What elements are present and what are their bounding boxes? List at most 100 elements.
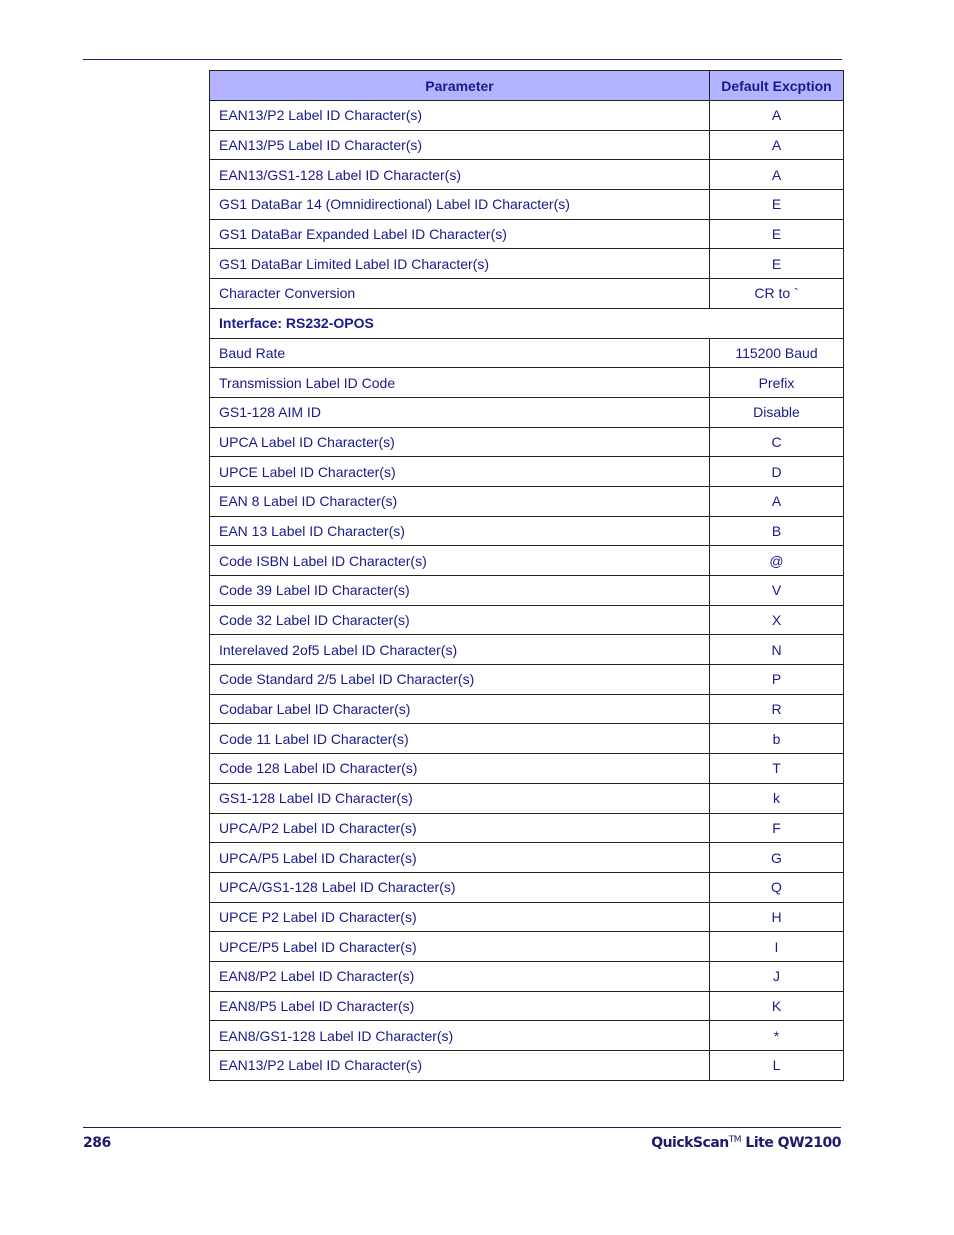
title-main: QuickScan [651,1135,729,1151]
page-number: 286 [83,1135,111,1151]
parameter-name: Character Conversion [209,278,710,309]
table-row: UPCE/P5 Label ID Character(s) I [209,931,844,962]
parameter-name: EAN13/P2 Label ID Character(s) [209,100,710,131]
parameter-name: Code Standard 2/5 Label ID Character(s) [209,664,710,695]
section-row: Interface: RS232-OPOS [209,307,844,339]
default-value: A [709,100,844,131]
default-value: D [709,456,844,487]
parameter-name: Code 39 Label ID Character(s) [209,575,710,606]
parameter-name: Code ISBN Label ID Character(s) [209,545,710,576]
parameter-name: GS1 DataBar 14 (Omnidirectional) Label I… [209,189,710,220]
parameter-name: UPCA/P2 Label ID Character(s) [209,812,710,844]
table-row: Transmission Label ID Code Prefix [209,367,844,398]
default-value: k [709,782,844,814]
parameter-name: UPCE P2 Label ID Character(s) [209,901,710,933]
parameter-name: EAN13/P2 Label ID Character(s) [209,1050,710,1081]
table-row: GS1 DataBar 14 (Omnidirectional) Label I… [209,189,844,220]
default-value: A [709,485,844,517]
parameter-name: EAN8/GS1-128 Label ID Character(s) [209,1020,710,1051]
default-value: 115200 Baud [709,337,844,369]
header-rule [83,59,842,60]
column-header-parameter: Parameter [209,70,710,101]
table-row: Codabar Label ID Character(s) R [209,693,844,725]
table-row: Interelaved 2of5 Label ID Character(s) N [209,634,844,666]
table-row: Code Standard 2/5 Label ID Character(s) P [209,664,844,695]
section-title: Interface: RS232-OPOS [209,307,844,339]
table-row: Code 128 Label ID Character(s) T [209,753,844,784]
default-value: L [709,1050,844,1081]
parameter-name: Code 11 Label ID Character(s) [209,723,710,755]
table-row: EAN8/GS1-128 Label ID Character(s) * [209,1020,844,1051]
table-row: UPCA/GS1-128 Label ID Character(s) Q [209,871,844,903]
default-value: F [709,812,844,844]
table-row: Baud Rate 115200 Baud [209,337,844,369]
document-title: QuickScanTM Lite QW2100 [651,1135,841,1151]
table-row: EAN 13 Label ID Character(s) B [209,515,844,547]
table-row: EAN8/P2 Label ID Character(s) J [209,960,844,992]
default-value: Prefix [709,367,844,398]
parameter-name: UPCE/P5 Label ID Character(s) [209,931,710,962]
parameter-name: EAN8/P5 Label ID Character(s) [209,990,710,1022]
table-row: Code 11 Label ID Character(s) b [209,723,844,755]
table-row: GS1-128 Label ID Character(s) k [209,782,844,814]
default-value: N [709,634,844,666]
table-row: Code ISBN Label ID Character(s) @ [209,545,844,576]
table-row: GS1 DataBar Limited Label ID Character(s… [209,248,844,280]
table-row: EAN13/P2 Label ID Character(s) L [209,1050,844,1081]
parameter-name: GS1 DataBar Limited Label ID Character(s… [209,248,710,280]
parameter-name: UPCE Label ID Character(s) [209,456,710,487]
default-value: E [709,248,844,280]
parameter-name: Code 32 Label ID Character(s) [209,604,710,636]
table-row: Character Conversion CR to ` [209,278,844,309]
parameter-name: EAN13/P5 Label ID Character(s) [209,129,710,161]
table-row: UPCE Label ID Character(s) D [209,456,844,487]
parameter-name: EAN13/GS1-128 Label ID Character(s) [209,159,710,191]
parameter-name: EAN 13 Label ID Character(s) [209,515,710,547]
parameter-name: Codabar Label ID Character(s) [209,693,710,725]
footer-rule [83,1127,841,1128]
parameter-name: GS1-128 AIM ID [209,396,710,428]
parameter-name: Transmission Label ID Code [209,367,710,398]
table-row: EAN8/P5 Label ID Character(s) K [209,990,844,1022]
parameter-name: EAN 8 Label ID Character(s) [209,485,710,517]
table-row: EAN13/P5 Label ID Character(s) A [209,129,844,161]
parameter-name: Baud Rate [209,337,710,369]
default-value: b [709,723,844,755]
parameter-name: UPCA Label ID Character(s) [209,426,710,458]
table-header-row: Parameter Default Excption [209,70,844,101]
default-value: A [709,159,844,191]
table-row: EAN13/P2 Label ID Character(s) A [209,100,844,131]
default-value: I [709,931,844,962]
parameter-name: EAN8/P2 Label ID Character(s) [209,960,710,992]
default-value: C [709,426,844,458]
default-value: E [709,218,844,250]
trademark-mark: TM [728,1135,742,1145]
default-value: Disable [709,396,844,428]
default-value: J [709,960,844,992]
parameter-table-container: Parameter Default Excption EAN13/P2 Labe… [209,70,844,1081]
default-value: CR to ` [709,278,844,309]
default-value: A [709,129,844,161]
parameter-name: UPCA/GS1-128 Label ID Character(s) [209,871,710,903]
table-row: EAN13/GS1-128 Label ID Character(s) A [209,159,844,191]
default-value: G [709,842,844,873]
table-row: UPCA/P2 Label ID Character(s) F [209,812,844,844]
parameter-name: Code 128 Label ID Character(s) [209,753,710,784]
title-rest: Lite QW2100 [741,1135,841,1151]
default-value: K [709,990,844,1022]
parameter-name: Interelaved 2of5 Label ID Character(s) [209,634,710,666]
table-row: EAN 8 Label ID Character(s) A [209,485,844,517]
parameter-table: Parameter Default Excption EAN13/P2 Labe… [209,70,844,1081]
table-row: UPCA/P5 Label ID Character(s) G [209,842,844,873]
default-value: P [709,664,844,695]
default-value: @ [709,545,844,576]
parameter-name: UPCA/P5 Label ID Character(s) [209,842,710,873]
default-value: T [709,753,844,784]
default-value: * [709,1020,844,1051]
table-body: EAN13/P2 Label ID Character(s) A EAN13/P5 … [209,100,844,1081]
default-value: X [709,604,844,636]
default-value: H [709,901,844,933]
default-value: E [709,189,844,220]
default-value: V [709,575,844,606]
parameter-name: GS1-128 Label ID Character(s) [209,782,710,814]
